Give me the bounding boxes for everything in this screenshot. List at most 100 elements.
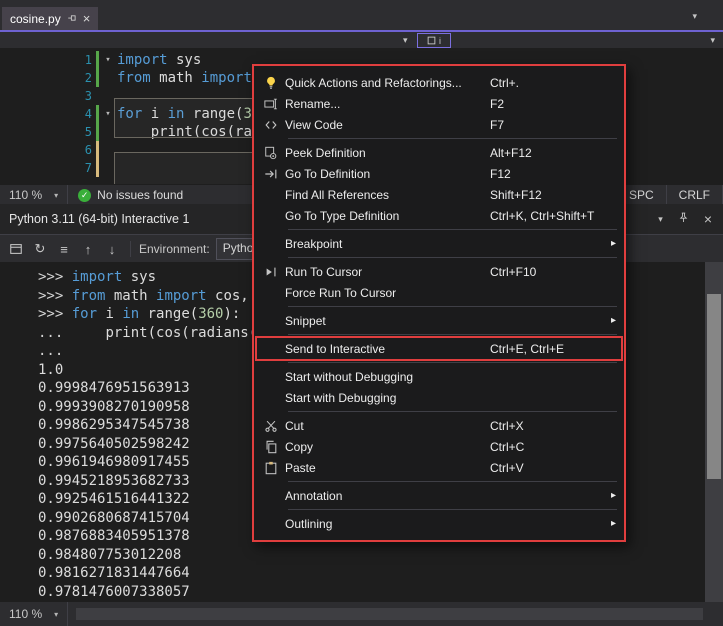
vertical-scrollbar-thumb[interactable] [707, 294, 721, 479]
menu-item-label: Run To Cursor [285, 265, 490, 279]
fold-slot [99, 69, 117, 87]
menu-item-cut[interactable]: CutCtrl+X [257, 415, 621, 436]
toolbar-chevron-icon[interactable]: ▾ [403, 35, 408, 46]
pin-icon[interactable] [67, 12, 77, 26]
menu-item-annotation[interactable]: Annotation ▸ [257, 485, 621, 506]
menu-separator [288, 229, 617, 230]
menu-separator [288, 138, 617, 139]
interactive-panel-title: Python 3.11 (64-bit) Interactive 1 [9, 212, 189, 226]
interactive-zoom-control[interactable]: 110 % ▾ [0, 602, 68, 626]
go-to-definition-icon [257, 167, 285, 181]
menu-item-view-code[interactable]: View CodeF7 [257, 114, 621, 135]
repl-token: >>> [38, 288, 72, 304]
repl-token: import [156, 288, 207, 304]
menu-item-label: Force Run To Cursor [285, 286, 490, 300]
menu-item-label: Go To Type Definition [285, 209, 490, 223]
menu-separator [288, 257, 617, 258]
paste-icon [257, 461, 285, 475]
repl-token: 0.9816271831447664 [38, 565, 190, 581]
repl-line: 0.9781476007338057 [38, 583, 705, 602]
environment-label: Environment: [139, 242, 210, 256]
menu-item-label: Go To Definition [285, 167, 490, 181]
repl-token: 0.9781476007338057 [38, 584, 190, 600]
repl-token: math [105, 288, 156, 304]
window-icon [427, 36, 436, 45]
interactive-window-icon[interactable] [8, 242, 24, 256]
close-panel-icon[interactable]: × [704, 212, 712, 226]
toolbar-separator [130, 241, 131, 257]
menu-item-start-with-debugging[interactable]: Start with Debugging [257, 387, 621, 408]
line-number: 6 [0, 141, 92, 159]
menu-item-send-to-interactive[interactable]: Send to InteractiveCtrl+E, Ctrl+E [257, 338, 621, 359]
window-menu-chevron-icon[interactable]: ▾ [658, 214, 663, 225]
context-menu: Quick Actions and Refactorings...Ctrl+.R… [252, 64, 626, 542]
toolbar-badge[interactable]: i [417, 33, 451, 48]
history-next-icon[interactable]: ↓ [104, 242, 120, 257]
menu-item-label: Copy [285, 440, 490, 454]
repl-token: ( [190, 306, 198, 322]
menu-item-peek-definition[interactable]: Peek DefinitionAlt+F12 [257, 142, 621, 163]
menu-item-start-without-debugging[interactable]: Start without Debugging [257, 366, 621, 387]
indicator-crlf[interactable]: CRLF [666, 185, 723, 205]
repl-token: import [72, 269, 123, 285]
status-message: No issues found [97, 188, 183, 202]
menu-item-go-to-definition[interactable]: Go To DefinitionF12 [257, 163, 621, 184]
panel-header-icons: ▾ × [658, 212, 723, 226]
repl-token: print [105, 325, 147, 341]
repl-token: sys [122, 269, 156, 285]
close-tab-icon[interactable]: × [83, 12, 91, 25]
tab-overflow-chevron-icon[interactable]: ▾ [692, 11, 697, 22]
menu-item-force-run-to-cursor[interactable]: Force Run To Cursor [257, 282, 621, 303]
submenu-arrow-icon: ▸ [604, 490, 616, 501]
menu-item-label: Quick Actions and Refactorings... [285, 76, 490, 90]
tab-label: cosine.py [10, 12, 61, 26]
repl-token: 0.9998476951563913 [38, 380, 190, 396]
line-number: 1 [0, 51, 92, 69]
menu-item-label: Annotation [285, 489, 490, 503]
pin-panel-icon[interactable] [678, 212, 689, 226]
toolbar-right-chevron-icon[interactable]: ▾ [710, 35, 715, 46]
menu-item-paste[interactable]: PasteCtrl+V [257, 457, 621, 478]
toolbar-badge-text: i [439, 36, 441, 46]
menu-separator [288, 509, 617, 510]
tab-cosine-py[interactable]: cosine.py × [2, 7, 98, 30]
repl-token: from [72, 288, 106, 304]
menu-item-shortcut: Shift+F12 [490, 188, 604, 202]
menu-item-outlining[interactable]: Outlining▸ [257, 513, 621, 534]
line-number: 5 [0, 123, 92, 141]
menu-item-label: Snippet [285, 314, 490, 328]
repl-token: 0.9986295347545738 [38, 417, 190, 433]
reset-icon[interactable]: ↻ [32, 241, 48, 257]
history-previous-icon[interactable]: ↑ [80, 242, 96, 257]
repl-token: 0.9993908270190958 [38, 399, 190, 415]
repl-token: 0.9975640502598242 [38, 436, 190, 452]
menu-item-copy[interactable]: CopyCtrl+C [257, 436, 621, 457]
editor-zoom-control[interactable]: 110 % ▾ [0, 185, 68, 205]
menu-item-quick-actions-and-refactorings[interactable]: Quick Actions and Refactorings...Ctrl+. [257, 72, 621, 93]
horizontal-scrollbar[interactable] [76, 608, 703, 620]
menu-item-snippet[interactable]: Snippet ▸ [257, 310, 621, 331]
editor-toolbar-row: ▾ i ▾ [0, 32, 723, 48]
menu-item-label: Send to Interactive [285, 342, 490, 356]
repl-token: 0.9902680687415704 [38, 510, 190, 526]
clear-screen-icon[interactable]: ≡ [56, 242, 72, 257]
submenu-arrow-icon: ▸ [604, 315, 616, 326]
repl-token [139, 306, 147, 322]
menu-item-rename[interactable]: Rename...F2 [257, 93, 621, 114]
repl-token: >>> [38, 306, 72, 322]
submenu-arrow-icon: ▸ [604, 238, 616, 249]
tab-bar: cosine.py × ▾ [0, 0, 723, 30]
menu-item-label: Paste [285, 461, 490, 475]
menu-item-go-to-type-definition[interactable]: Go To Type DefinitionCtrl+K, Ctrl+Shift+… [257, 205, 621, 226]
repl-token: i [97, 306, 122, 322]
fold-chevron-icon[interactable]: ▾ [99, 51, 117, 69]
repl-token: in [122, 306, 139, 322]
code-token: import [201, 70, 252, 86]
menu-item-find-all-references[interactable]: Find All ReferencesShift+F12 [257, 184, 621, 205]
lightbulb-icon [257, 76, 285, 90]
menu-item-breakpoint[interactable]: Breakpoint▸ [257, 233, 621, 254]
vertical-scrollbar[interactable] [705, 262, 723, 602]
menu-item-label: Outlining [285, 517, 490, 531]
code-token: import [117, 52, 168, 68]
menu-item-run-to-cursor[interactable]: Run To CursorCtrl+F10 [257, 261, 621, 282]
